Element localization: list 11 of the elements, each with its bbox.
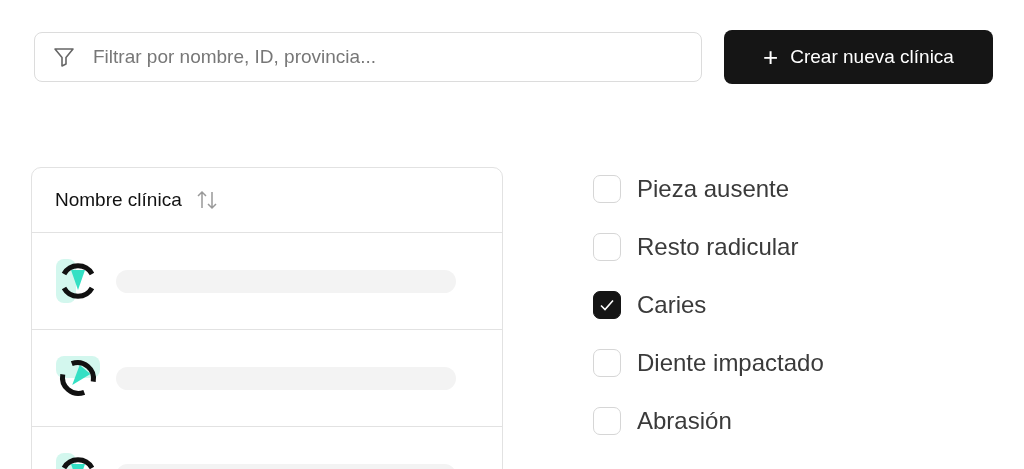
column-header[interactable]: Nombre clínica [55,189,182,211]
checkbox-label[interactable]: Pieza ausente [637,173,790,204]
filter-icon [52,45,76,69]
filter-field[interactable]: Filtrar por nombre, ID, provincia... [34,32,702,82]
checkbox-label[interactable]: Diente impactado [637,347,824,378]
checkbox-label[interactable]: Caries [637,289,707,320]
create-button[interactable]: + Crear nueva clínica [724,30,993,84]
checkbox[interactable] [593,290,621,319]
sort-icon[interactable] [195,189,218,211]
checkbox-label[interactable]: Resto radicular [637,231,799,262]
checkbox-label[interactable]: Abrasión [637,405,732,436]
